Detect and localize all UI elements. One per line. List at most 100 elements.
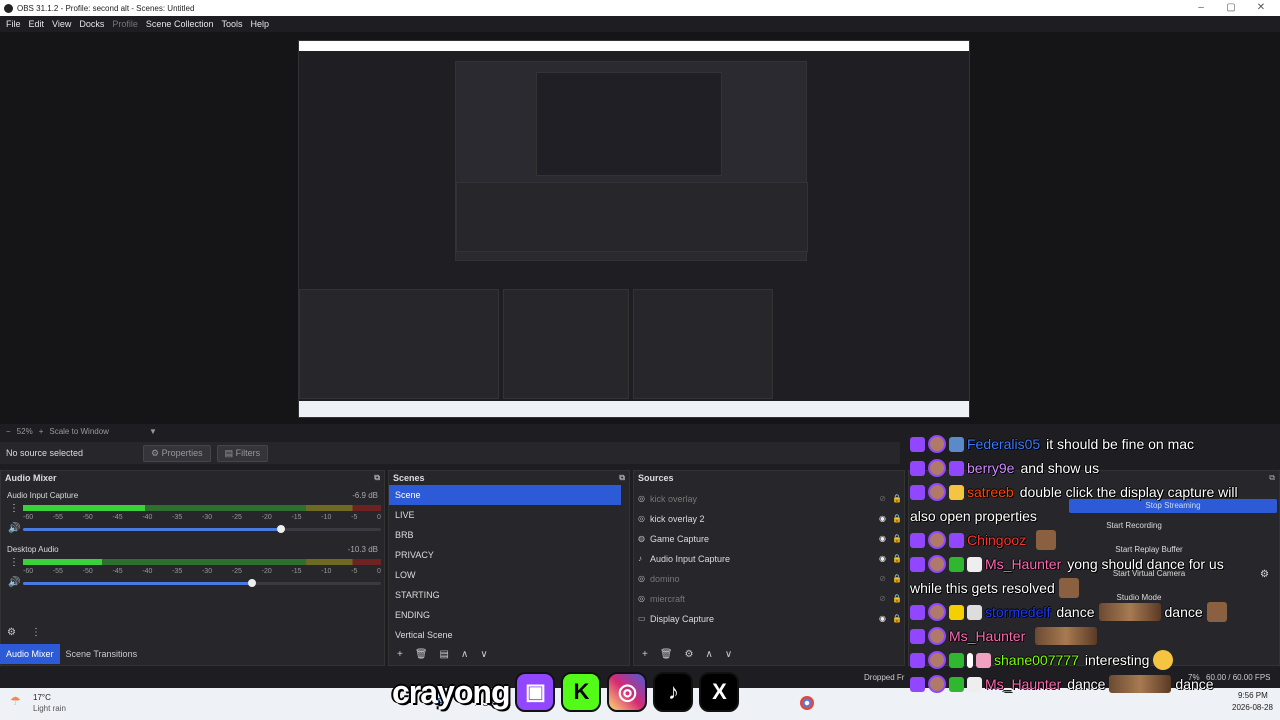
trash-icon[interactable]: 🗑: [415, 649, 428, 660]
source-item[interactable]: ◎ kick overlay 2 ◉ 🔒: [634, 509, 902, 529]
move-up-icon[interactable]: ∧: [461, 649, 468, 660]
source-item[interactable]: ◍ Game Capture ◉ 🔒: [634, 529, 902, 549]
menu-tools[interactable]: Tools: [217, 19, 246, 29]
eye-hidden-icon[interactable]: ⊘: [879, 569, 886, 589]
scene-item[interactable]: LOW: [389, 565, 621, 585]
brand-overlay: crayong ▣ K ◎ ♪ X: [392, 670, 740, 714]
channel-menu-icon[interactable]: ⋮: [9, 557, 19, 568]
move-down-icon[interactable]: ∨: [480, 649, 487, 660]
chat-text: double click the display capture will: [1019, 484, 1238, 500]
menu-scene-collection[interactable]: Scene Collection: [142, 19, 218, 29]
speaker-icon[interactable]: 🔊: [8, 523, 20, 534]
emote-icon: [1058, 578, 1079, 598]
chevron-down-icon[interactable]: ▼: [149, 427, 157, 436]
sources-title-text: Sources: [638, 473, 674, 483]
avatar: [928, 603, 946, 621]
channel-menu-icon[interactable]: ⋮: [9, 503, 19, 514]
chat-user: Ms_Haunter: [985, 676, 1062, 692]
trash-icon[interactable]: 🗑: [660, 649, 673, 660]
lock-icon[interactable]: 🔒: [892, 529, 902, 549]
tick: -55: [52, 514, 63, 521]
menu-profile[interactable]: Profile: [108, 19, 142, 29]
move-down-icon[interactable]: ∨: [725, 649, 732, 660]
volume-knob[interactable]: [277, 525, 285, 533]
tiktok-icon: ♪: [653, 672, 694, 712]
lock-icon[interactable]: 🔒: [892, 609, 902, 629]
menu-help[interactable]: Help: [246, 19, 273, 29]
lock-icon[interactable]: 🔒: [892, 549, 902, 569]
tab-audio-mixer[interactable]: Audio Mixer: [0, 644, 60, 664]
scale-mode[interactable]: Scale to Window: [49, 427, 109, 436]
lock-icon[interactable]: 🔒: [892, 489, 902, 509]
chat-message: also open properties: [910, 504, 1280, 528]
program-preview[interactable]: [298, 40, 970, 418]
lock-icon[interactable]: 🔒: [892, 569, 902, 589]
dance-emote-icon: [1109, 675, 1172, 693]
volume-slider[interactable]: [23, 579, 381, 587]
menu-file[interactable]: File: [2, 19, 25, 29]
scene-item[interactable]: Vertical Scene: [389, 625, 621, 645]
undock-icon[interactable]: ⧉: [374, 473, 380, 483]
add-icon[interactable]: +: [397, 649, 403, 660]
close-icon[interactable]: ✕: [1246, 0, 1276, 16]
chrome-icon[interactable]: [800, 696, 814, 710]
lock-icon[interactable]: 🔒: [892, 509, 902, 529]
scene-item[interactable]: LIVE: [389, 505, 621, 525]
bar-badge-icon: [967, 652, 973, 668]
tick: -10: [321, 568, 332, 575]
menu-view[interactable]: View: [48, 19, 75, 29]
speaker-icon[interactable]: 🔊: [8, 577, 20, 588]
source-item[interactable]: ◎ domino ⊘ 🔒: [634, 569, 902, 589]
gear-icon[interactable]: ⚙: [685, 649, 694, 660]
add-icon[interactable]: +: [642, 649, 648, 660]
menu-docks[interactable]: Docks: [75, 19, 108, 29]
tick: 0: [377, 514, 381, 521]
source-list: ◎ kick overlay ⊘ 🔒 ◎ kick overlay 2 ◉ 🔒 ◍ Game …: [634, 489, 904, 629]
chat-message: Federalis05 it should be fine on mac: [910, 432, 1280, 456]
properties-button[interactable]: ⚙ Properties: [143, 444, 211, 462]
globe-icon: ◎: [638, 594, 645, 603]
tab-scene-transitions[interactable]: Scene Transitions: [60, 644, 144, 664]
x-icon: X: [699, 672, 740, 712]
undock-icon[interactable]: ⧉: [619, 473, 625, 483]
scene-item[interactable]: ENDING: [389, 605, 621, 625]
eye-icon[interactable]: ◉: [879, 529, 886, 549]
chat-message: berry9e and show us: [910, 456, 1280, 480]
weather-icon: ☂: [10, 694, 21, 708]
menu-edit[interactable]: Edit: [25, 19, 49, 29]
tick: -50: [82, 568, 93, 575]
zoom-in-icon[interactable]: +: [39, 427, 44, 436]
sword-badge-icon: [967, 556, 982, 572]
zoom-level: 52%: [16, 426, 33, 436]
chat-message: Chingooz: [910, 528, 1280, 552]
lock-icon[interactable]: 🔒: [892, 589, 902, 609]
eye-icon[interactable]: ◉: [879, 509, 886, 529]
scene-item[interactable]: BRB: [389, 525, 621, 545]
source-item[interactable]: ◎ kick overlay ⊘ 🔒: [634, 489, 902, 509]
source-item[interactable]: ▭ Display Capture ◉ 🔒: [634, 609, 902, 629]
scene-item[interactable]: STARTING: [389, 585, 621, 605]
more-icon[interactable]: ⋮: [31, 627, 41, 638]
move-up-icon[interactable]: ∧: [706, 649, 713, 660]
bottom-tabs: Audio Mixer Scene Transitions: [0, 644, 385, 664]
volume-knob[interactable]: [248, 579, 256, 587]
scene-item[interactable]: PRIVACY: [389, 545, 621, 565]
tick: -40: [142, 514, 153, 521]
eye-hidden-icon[interactable]: ⊘: [879, 489, 886, 509]
source-item[interactable]: ◎ miercraft ⊘ 🔒: [634, 589, 902, 609]
source-item[interactable]: ♪ Audio Input Capture ◉ 🔒: [634, 549, 902, 569]
zoom-out-icon[interactable]: −: [6, 427, 11, 436]
volume-slider[interactable]: [23, 525, 381, 533]
twitch-badge-icon: [910, 652, 925, 668]
eye-hidden-icon[interactable]: ⊘: [879, 589, 886, 609]
maximize-icon[interactable]: ▢: [1216, 0, 1246, 16]
eye-icon[interactable]: ◉: [879, 549, 886, 569]
tick: -50: [82, 514, 93, 521]
scene-item[interactable]: Scene: [389, 485, 621, 505]
filters-button[interactable]: ▤ Filters: [216, 444, 269, 462]
eye-icon[interactable]: ◉: [879, 609, 886, 629]
volume-meter: [23, 505, 381, 511]
minimize-icon[interactable]: –: [1186, 0, 1216, 16]
filter-icon[interactable]: ▤: [440, 649, 449, 660]
gear-icon[interactable]: ⚙: [7, 627, 16, 638]
